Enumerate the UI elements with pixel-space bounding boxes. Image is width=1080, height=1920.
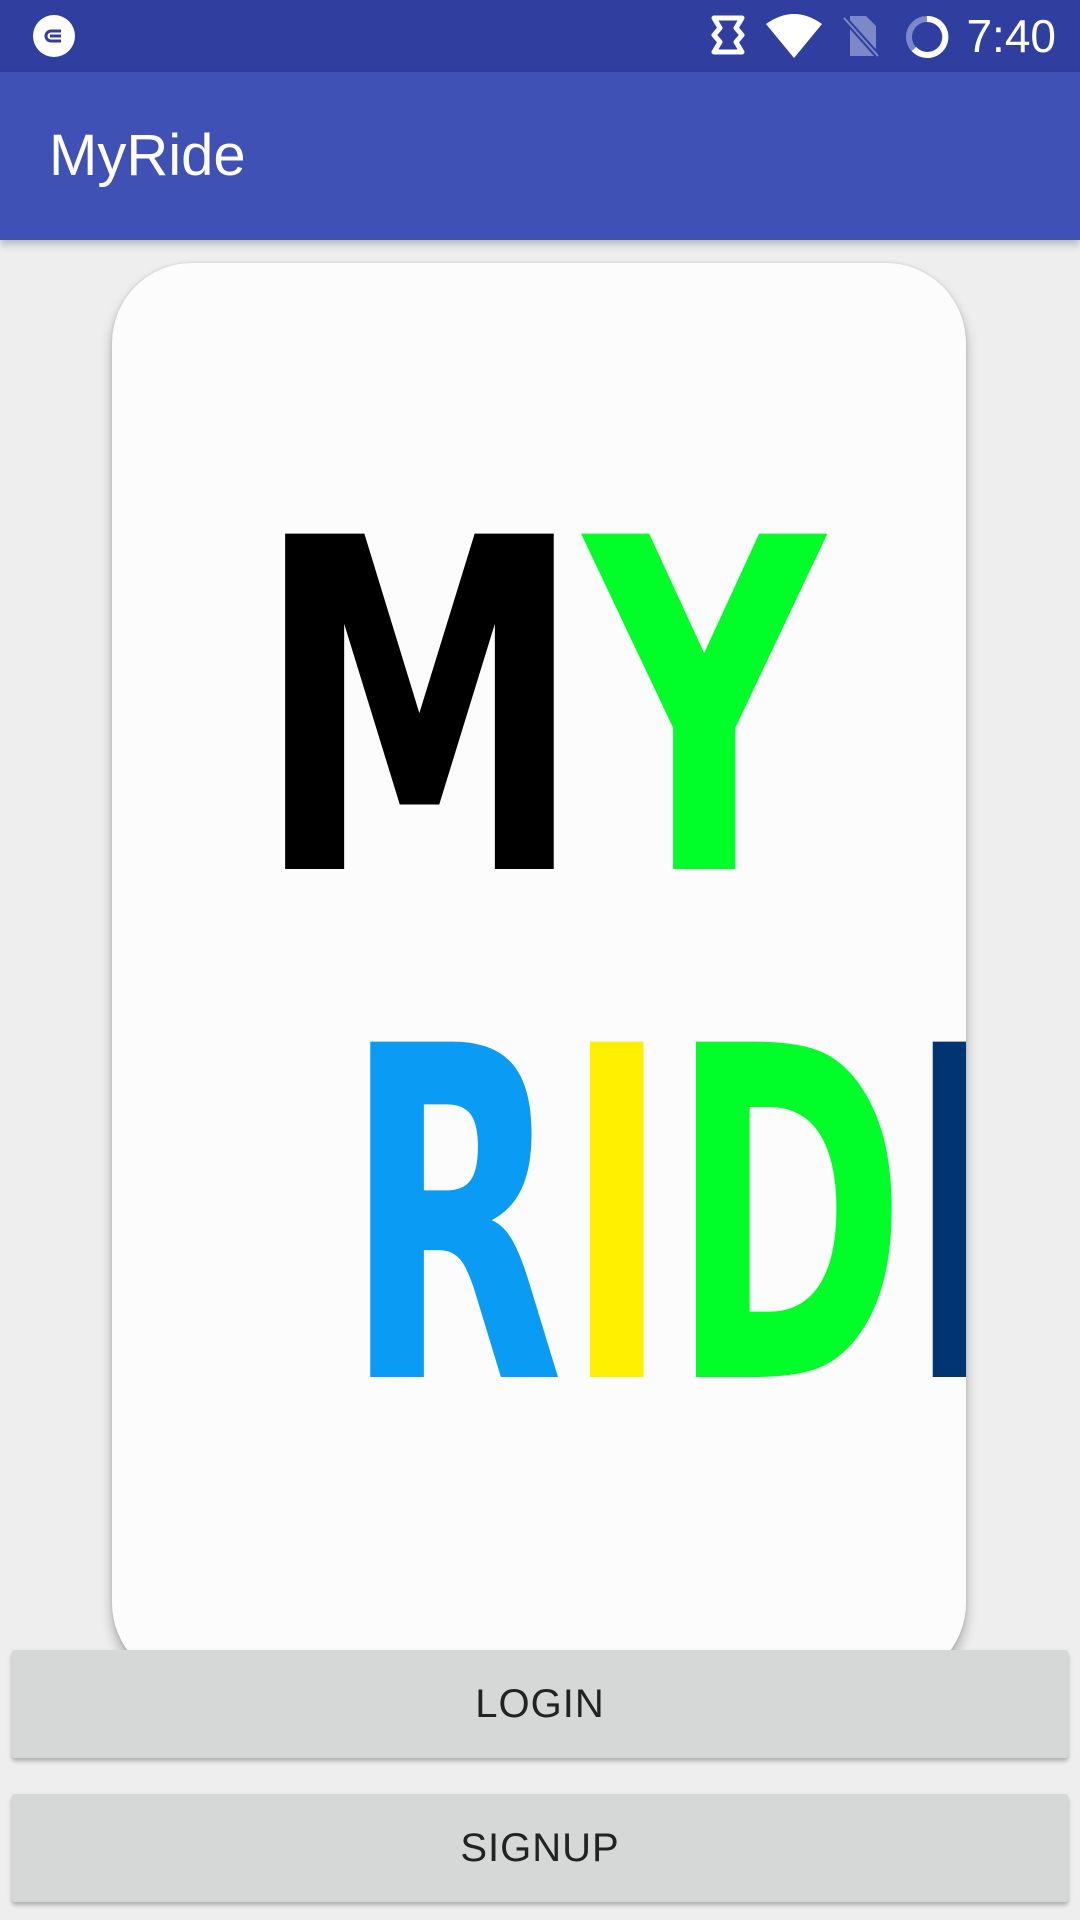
logo-letters-ride: RIDE <box>344 989 966 1449</box>
logo-letter: M <box>254 443 584 978</box>
logo-letter: E <box>907 951 966 1486</box>
no-sim-icon <box>840 14 881 63</box>
status-time: 7:40 <box>966 10 1056 62</box>
wifi-icon <box>764 14 824 65</box>
logo-line-my: MY <box>112 481 966 941</box>
logo-letter: D <box>669 951 907 1486</box>
logo-letter: I <box>563 951 670 1486</box>
app-bar: MyRide <box>0 72 1080 240</box>
status-bar: 7:40 <box>0 0 1080 72</box>
logo-line-ride: RIDE <box>112 989 966 1449</box>
app-notification-icon <box>33 15 75 57</box>
login-button[interactable]: LOGIN <box>12 1650 1068 1758</box>
logo-letter: R <box>344 951 564 1486</box>
logo-card: MY RIDE <box>112 263 966 1683</box>
logo-letter: Y <box>583 443 824 978</box>
battery-charging-icon <box>904 14 950 65</box>
signup-button[interactable]: SIGNUP <box>12 1794 1068 1902</box>
app-title: MyRide <box>49 123 246 188</box>
tag-icon <box>708 14 748 61</box>
logo-letters-my: MY <box>254 481 823 941</box>
